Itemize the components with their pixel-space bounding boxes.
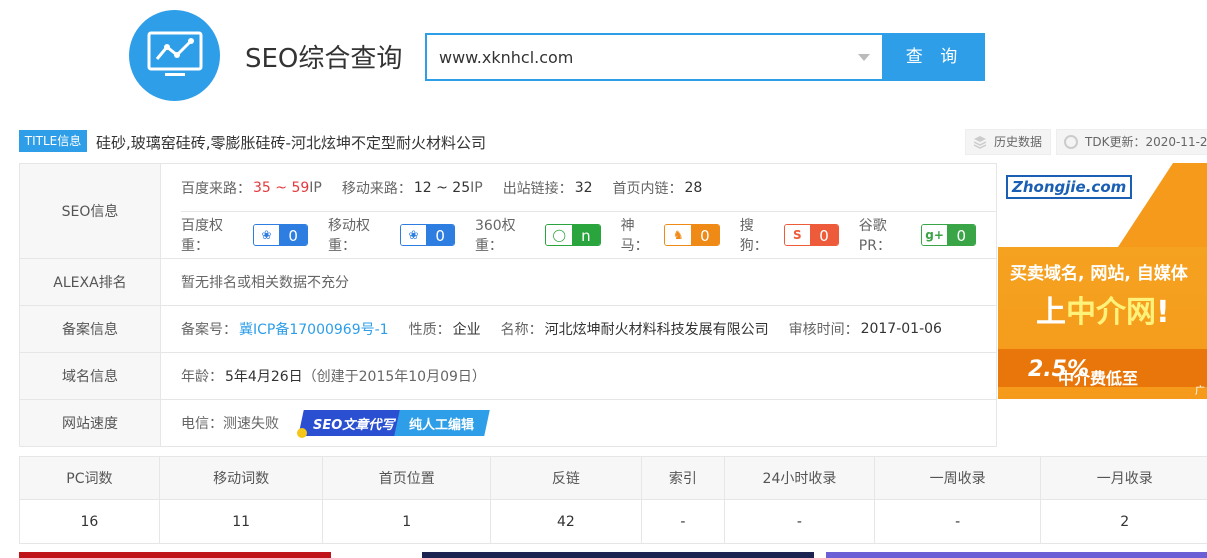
stats-value-pc[interactable]: 16 xyxy=(20,500,160,543)
shenma-weight[interactable]: 神马： ♞ 0 xyxy=(621,215,720,255)
mobile-traffic: 移动来路： 12 ~ 25 IP xyxy=(341,179,483,197)
mobile-weight[interactable]: 移动权重： ❀ 0 xyxy=(328,215,455,255)
stats-header-index: 索引 xyxy=(642,457,726,499)
ad-line1: 买卖域名, 网站, 自媒体 xyxy=(1010,264,1188,284)
icp-audit-time: 审核时间： 2017-01-06 xyxy=(788,321,942,338)
stats-header-week: 一周收录 xyxy=(875,457,1042,499)
chevron-down-icon[interactable] xyxy=(858,54,870,61)
icp-name: 名称： 河北炫坤耐火材料科技发展有限公司 xyxy=(500,322,769,338)
icp-number[interactable]: 备案号： 冀ICP备17000969号-1 xyxy=(181,319,389,339)
bottom-ad-purple[interactable] xyxy=(826,552,1207,558)
stats-table: PC词数 移动词数 首页位置 反链 索引 24小时收录 一周收录 一月收录 16… xyxy=(19,456,1207,544)
alexa-value: 暂无排名或相关数据不充分 xyxy=(181,275,349,291)
search-button[interactable]: 查 询 xyxy=(884,33,985,81)
bottom-ad-red[interactable] xyxy=(19,552,331,558)
internal-links: 首页内链： 28 xyxy=(612,179,703,197)
telecom-speed: 电信：测速失败 xyxy=(181,416,279,432)
stats-value-backlinks[interactable]: 42 xyxy=(491,500,642,543)
weights-line: 百度权重： ❀ 0 移动权重： ❀ 0 360权重： ◯ n 神马： ♞ 0 搜狗： S… xyxy=(181,211,996,258)
baidu-weight[interactable]: 百度权重： ❀ 0 xyxy=(181,215,308,255)
site-logo[interactable] xyxy=(129,10,220,101)
alexa-row: ALEXA排名 暂无排名或相关数据不充分 xyxy=(20,259,997,306)
ad-line3: 中介费低至 2.5% xyxy=(998,349,1207,388)
stats-value-rank[interactable]: 1 xyxy=(323,500,492,543)
domain-label: 域名信息 xyxy=(20,353,161,399)
zhongjie-ad-banner[interactable]: Zhongjie.com 买卖域名, 网站, 自媒体 上中介网! 中介费低至 2.… xyxy=(998,163,1207,399)
refresh-icon xyxy=(1064,135,1078,149)
seo-info-label: SEO信息 xyxy=(20,164,161,258)
domain-age: 年龄： 5年4月26日 （创建于2015年10月09日） xyxy=(181,369,486,385)
seo-info-row: SEO信息 百度来路： 35 ~ 59 IP 移动来路： 12 ~ 25 IP 出站… xyxy=(20,164,997,259)
layers-icon xyxy=(973,136,987,149)
stats-data-row: 16 11 1 42 - - - 2 xyxy=(20,500,1207,543)
stats-header-mobile: 移动词数 xyxy=(160,457,324,499)
circle-360-icon: ◯ xyxy=(546,225,573,245)
tdk-update-label: TDK更新：2020-11-25 xyxy=(1085,135,1207,149)
tdk-update-button[interactable]: TDK更新：2020-11-25 xyxy=(1056,129,1207,155)
speed-row: 网站速度 电信：测速失败 SEO文章代写 纯人工编辑 xyxy=(20,400,997,447)
seo-info-table: SEO信息 百度来路： 35 ~ 59 IP 移动来路： 12 ~ 25 IP 出站… xyxy=(19,163,997,447)
google-pr[interactable]: 谷歌PR： g+ 0 xyxy=(859,215,976,255)
bottom-ad-dark[interactable] xyxy=(422,552,814,558)
stats-value-mobile[interactable]: 11 xyxy=(160,500,324,543)
history-data-button[interactable]: 历史数据 xyxy=(965,129,1051,155)
stats-header-rank: 首页位置 xyxy=(323,457,492,499)
stats-header-24h: 24小时收录 xyxy=(725,457,875,499)
sogou-weight[interactable]: 搜狗： S0 xyxy=(740,215,839,255)
shenma-icon: ♞ xyxy=(665,225,692,245)
seo-writing-banner[interactable]: SEO文章代写 纯人工编辑 xyxy=(297,410,491,438)
weight-360[interactable]: 360权重： ◯ n xyxy=(475,215,601,255)
stats-value-week: - xyxy=(875,500,1042,543)
paw-icon: ❀ xyxy=(253,225,280,245)
page-title-text: 硅砂,玻璃窑硅砖,零膨胀硅砖-河北炫坤不定型耐火材料公司 xyxy=(96,134,486,152)
baidu-traffic: 百度来路： 35 ~ 59 IP xyxy=(181,179,322,197)
brand-title: SEO综合查询 xyxy=(245,44,403,74)
stats-header-month: 一月收录 xyxy=(1096,471,1153,487)
stats-header-backlinks: 反链 xyxy=(491,457,642,499)
ad-tag: 广 xyxy=(1195,386,1205,397)
icp-row: 备案信息 备案号： 冀ICP备17000969号-1 性质： 企业 名称： 河北炫坤耐… xyxy=(20,306,997,353)
google-plus-icon: g+ xyxy=(921,225,948,245)
icp-label: 备案信息 xyxy=(20,306,161,352)
domain-row: 域名信息 年龄： 5年4月26日 （创建于2015年10月09日） xyxy=(20,353,997,400)
paw-icon: ❀ xyxy=(400,225,427,245)
stats-value-month: 2 xyxy=(1120,513,1130,530)
sogou-icon: S xyxy=(784,225,811,245)
speed-label: 网站速度 xyxy=(20,400,161,446)
traffic-line: 百度来路： 35 ~ 59 IP 移动来路： 12 ~ 25 IP 出站链接： 32 … xyxy=(181,164,996,211)
history-data-label: 历史数据 xyxy=(994,135,1043,149)
alexa-label: ALEXA排名 xyxy=(20,259,161,305)
chart-monitor-icon xyxy=(147,31,203,76)
stats-header-pc: PC词数 xyxy=(20,457,160,499)
search-input[interactable]: www.xknhcl.com xyxy=(425,33,884,81)
stats-header-row: PC词数 移动词数 首页位置 反链 索引 24小时收录 一周收录 一月收录 xyxy=(20,457,1207,500)
icp-nature: 性质： 企业 xyxy=(408,322,481,338)
title-badge: TITLE信息 xyxy=(19,130,87,152)
zhongjie-logo: Zhongjie.com xyxy=(1006,175,1133,199)
stats-value-24h: - xyxy=(725,500,875,543)
stats-value-index: - xyxy=(642,500,726,543)
outbound-links: 出站链接： 32 xyxy=(502,179,593,197)
search-value[interactable]: www.xknhcl.com xyxy=(439,48,573,67)
ad-line2: 上中介网! xyxy=(1036,295,1170,330)
